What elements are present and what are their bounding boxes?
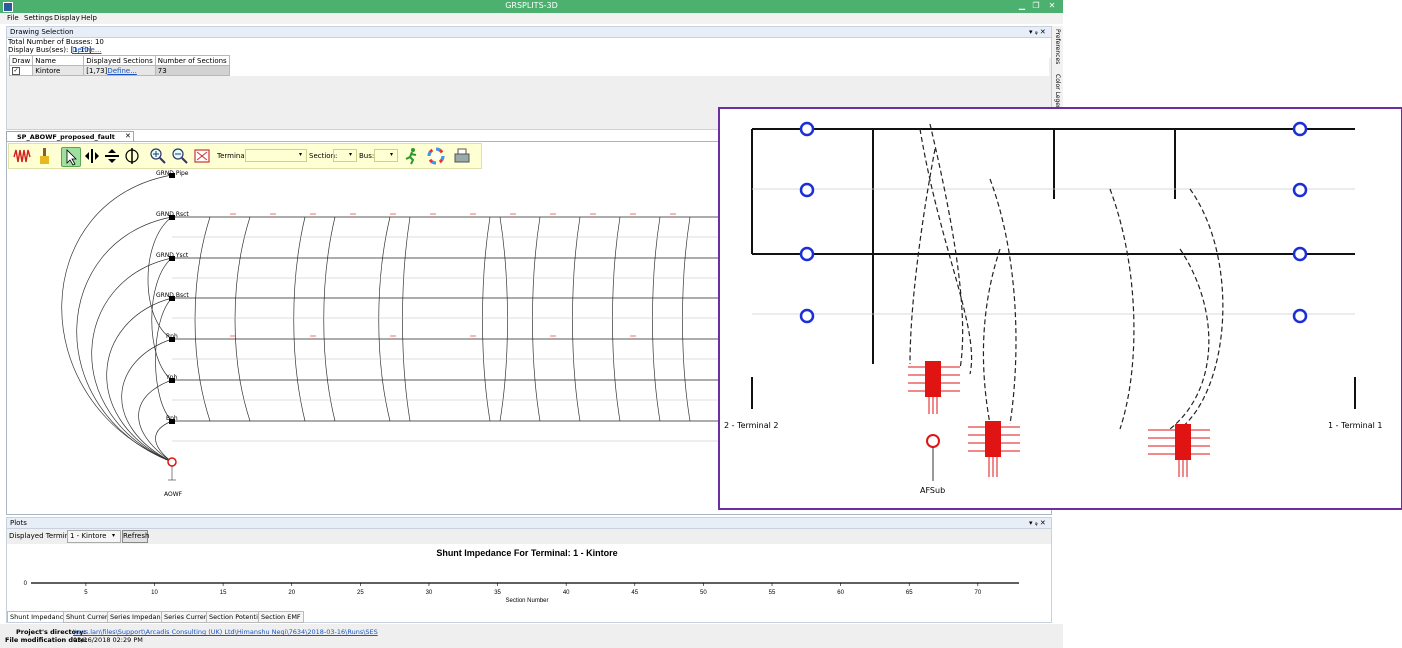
preferences-tab[interactable]: Preferences bbox=[1054, 29, 1061, 64]
x-tick-label-65: 65 bbox=[906, 590, 913, 596]
x-tick-label-55: 55 bbox=[769, 590, 776, 596]
x-tick-label-70: 70 bbox=[974, 590, 981, 596]
x-tick-label-5: 5 bbox=[84, 590, 88, 596]
terminal-grnd-pipe: GRND Pipe bbox=[156, 170, 189, 177]
maximize-button[interactable]: ❐ bbox=[1030, 1, 1042, 11]
chevron-down-icon: ▾ bbox=[112, 532, 116, 539]
terminal-grnd-rsct: GRND Rsct bbox=[156, 211, 189, 218]
y-tick-0: 0 bbox=[24, 581, 28, 587]
x-axis-label: Section Number bbox=[505, 598, 548, 604]
plot-tabs: Shunt Impedance Shunt Current Series Imp… bbox=[7, 611, 1051, 623]
terminal-dropdown-value: 1 - Kintore bbox=[70, 532, 107, 540]
aowf-label: AOWF bbox=[164, 491, 183, 498]
zoom-inset: 2 - Terminal 2 1 - Terminal 1 AFSub bbox=[718, 107, 1402, 510]
terminal-bph: Bph bbox=[166, 415, 178, 422]
afsub-label: AFSub bbox=[920, 486, 946, 495]
tab-shunt-impedance[interactable]: Shunt Impedance bbox=[7, 611, 71, 622]
zoom-diagram bbox=[751, 121, 1356, 481]
x-tick-label-20: 20 bbox=[288, 590, 295, 596]
minimize-button[interactable]: ▁ bbox=[1016, 1, 1028, 11]
x-tick-label-30: 30 bbox=[426, 590, 433, 596]
refresh-button[interactable]: Refresh bbox=[122, 530, 149, 543]
close-button[interactable]: ✕ bbox=[1046, 1, 1058, 11]
side-tab-strip: Preferences Color Legend bbox=[1051, 26, 1063, 114]
terminal-2-label: 2 - Terminal 2 bbox=[724, 421, 779, 430]
terminal-grnd-bsct: GRND Bsct bbox=[156, 292, 189, 299]
x-tick-label-35: 35 bbox=[494, 590, 501, 596]
plots-panel-controls[interactable]: ▾ ᵩ ✕ bbox=[1029, 519, 1046, 527]
project-dir-link[interactable]: \\ses.lan\files\Support\Arcadis Consulti… bbox=[73, 628, 378, 636]
plots-panel: Plots ▾ ᵩ ✕ Displayed Terminal: 1 - Kint… bbox=[6, 517, 1052, 623]
status-area: Project's directory: \\ses.lan\files\Sup… bbox=[0, 624, 1063, 648]
shunt-impedance-chart: Shunt Impedance For Terminal: 1 - Kintor… bbox=[24, 548, 1019, 604]
x-tick-label-45: 45 bbox=[631, 590, 638, 596]
file-mod-date: 03/16/2018 02:29 PM bbox=[73, 636, 143, 644]
x-tick-label-50: 50 bbox=[700, 590, 707, 596]
panel-controls[interactable]: ▾ ᵩ ✕ bbox=[1029, 28, 1046, 36]
terminal-dropdown[interactable]: 1 - Kintore ▾ bbox=[67, 530, 121, 543]
terminal-grnd-ysct: GRND Ysct bbox=[156, 252, 189, 259]
plots-header: Plots ▾ ᵩ ✕ bbox=[7, 518, 1051, 529]
x-tick-label-15: 15 bbox=[220, 590, 227, 596]
chart-title: Shunt Impedance For Terminal: 1 - Kintor… bbox=[436, 548, 617, 558]
schematic-diagram[interactable] bbox=[0, 0, 720, 510]
tab-section-emf[interactable]: Section EMF bbox=[258, 611, 304, 623]
x-tick-label-60: 60 bbox=[837, 590, 844, 596]
x-tick-label-10: 10 bbox=[151, 590, 158, 596]
terminal-1-label: 1 - Terminal 1 bbox=[1328, 421, 1383, 430]
x-tick-label-25: 25 bbox=[357, 590, 364, 596]
x-tick-label-40: 40 bbox=[563, 590, 570, 596]
terminal-yph: Yph bbox=[166, 374, 178, 381]
plots-title: Plots bbox=[10, 519, 27, 527]
terminal-rph: Rph bbox=[166, 333, 178, 340]
